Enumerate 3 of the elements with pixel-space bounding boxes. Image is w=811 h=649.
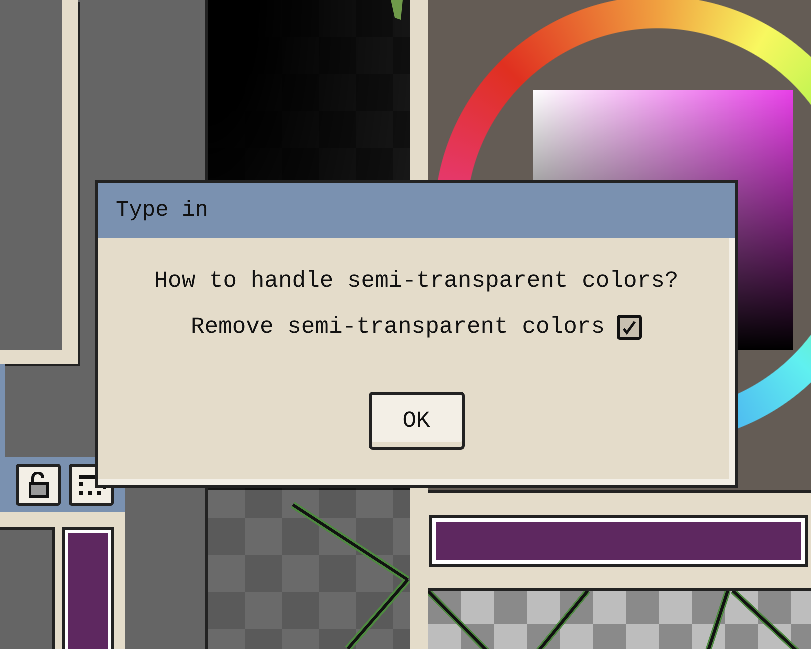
dialog-title: Type in <box>98 183 735 238</box>
checkbox-label: Remove semi-transparent colors <box>190 314 606 340</box>
dialog-message: How to handle semi-transparent colors? <box>154 268 679 294</box>
